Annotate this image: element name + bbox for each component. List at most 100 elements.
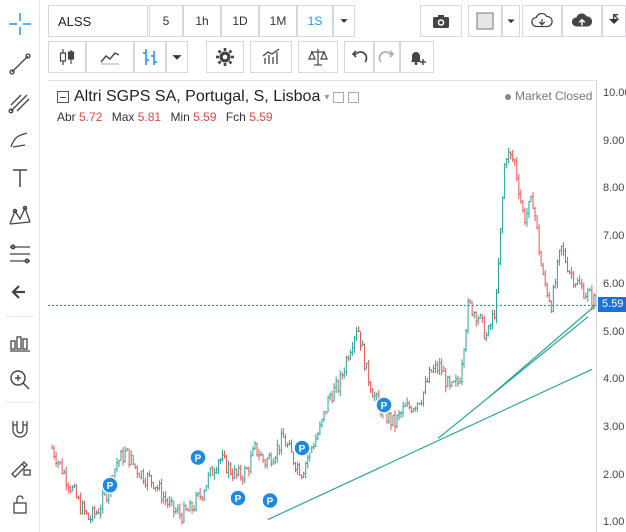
redo-icon	[378, 50, 395, 63]
series-legend: Altri SGPS SA, Portugal, S, Lisboa ▾	[57, 88, 360, 106]
trendline[interactable]	[437, 316, 589, 439]
bell-plus-icon	[411, 52, 426, 65]
trendline-icon[interactable]	[4, 48, 36, 80]
indicators-button[interactable]	[250, 41, 292, 73]
price-tick: 8.00	[603, 182, 625, 195]
low-label: Min	[170, 110, 190, 124]
svg-text:P: P	[267, 496, 274, 507]
ohlc-values: Abr 5.72 Max 5.81 Min 5.59 Fch 5.59	[57, 110, 279, 124]
price-tick: 7.00	[603, 230, 625, 243]
bars-icon	[143, 49, 157, 65]
market-status-label: Market Closed	[515, 89, 593, 103]
fib-icon[interactable]	[4, 238, 36, 270]
event-marker[interactable]: P	[101, 476, 119, 494]
compare-button[interactable]	[298, 41, 338, 73]
bars-button[interactable]	[134, 41, 166, 73]
open-value: 5.72	[79, 110, 103, 124]
drawing-toolbar	[0, 0, 40, 532]
price-tick: 1.00	[603, 516, 625, 529]
color-dropdown[interactable]	[502, 5, 520, 37]
trendline[interactable]	[487, 304, 597, 399]
event-marker[interactable]: P	[375, 396, 393, 414]
fullscreen-icon	[612, 13, 619, 20]
resolution-dropdown[interactable]	[333, 5, 355, 37]
eye-icon[interactable]	[333, 91, 345, 103]
save-layout-button[interactable]	[562, 5, 602, 37]
line-style-button[interactable]	[86, 41, 134, 73]
gear-icon	[216, 48, 234, 66]
event-marker[interactable]: P	[261, 491, 279, 510]
gear-icon[interactable]	[348, 91, 360, 103]
high-label: Max	[111, 110, 135, 124]
price-tick: 6.00	[603, 277, 625, 290]
chevron-down-icon	[172, 55, 182, 60]
pitchfork-icon[interactable]	[4, 86, 36, 118]
alert-button[interactable]	[400, 41, 434, 73]
chevron-down-icon	[507, 19, 515, 24]
caret-down-icon[interactable]: ▾	[324, 92, 329, 103]
pattern-icon[interactable]	[4, 200, 36, 232]
price-chart[interactable]: P P P P P P	[48, 81, 600, 532]
price-tick: 3.00	[603, 420, 625, 433]
resolution-5[interactable]: 5	[149, 5, 183, 37]
market-status: Market Closed	[505, 89, 592, 103]
redo-button[interactable]	[374, 41, 400, 73]
resolution-1m[interactable]: 1M	[259, 5, 297, 37]
price-tick: 4.00	[603, 373, 625, 386]
trendline[interactable]	[267, 368, 593, 521]
undo-button[interactable]	[344, 41, 374, 73]
candlestick-icon	[59, 49, 75, 65]
close-label: Fch	[225, 110, 246, 124]
candles-button[interactable]	[48, 41, 86, 73]
status-dot-icon	[505, 93, 511, 100]
svg-text:P: P	[107, 481, 114, 492]
undo-icon	[351, 50, 368, 63]
chart-type-dropdown[interactable]	[166, 41, 188, 73]
price-tick: 2.00	[603, 468, 625, 481]
unlock-icon[interactable]	[4, 488, 36, 520]
color-swatch-button[interactable]	[468, 5, 502, 37]
svg-text:P: P	[235, 494, 242, 505]
svg-text:P: P	[381, 401, 388, 412]
price-tick: 5.00	[603, 325, 625, 338]
chart-toolbar	[48, 41, 626, 75]
scale-icon	[308, 49, 328, 66]
toolbar-separator	[6, 402, 34, 403]
lock-drawings-icon[interactable]	[4, 450, 36, 482]
chevron-down-icon	[340, 19, 348, 23]
crosshair-icon[interactable]	[4, 8, 36, 40]
collapse-legend-icon[interactable]	[57, 91, 69, 103]
indicators-icon	[262, 48, 280, 64]
measure-icon[interactable]	[4, 326, 36, 358]
open-label: Abr	[57, 110, 76, 124]
zoom-icon[interactable]	[4, 364, 36, 396]
resolution-1s[interactable]: 1S	[297, 5, 333, 37]
event-marker[interactable]: P	[229, 489, 247, 507]
chart-pane[interactable]: P P P P P P	[48, 80, 600, 532]
snapshot-button[interactable]	[420, 5, 462, 37]
text-icon[interactable]	[4, 162, 36, 194]
fullscreen-button[interactable]	[610, 5, 626, 37]
color-swatch-icon	[476, 12, 494, 30]
load-layout-button[interactable]	[522, 5, 562, 37]
symbol-search-input[interactable]	[48, 5, 148, 37]
low-value: 5.59	[193, 110, 217, 124]
svg-text:P: P	[195, 454, 202, 465]
settings-button[interactable]	[206, 41, 244, 73]
resolution-1h[interactable]: 1h	[183, 5, 221, 37]
series-title[interactable]: Altri SGPS SA, Portugal, S, Lisboa	[74, 88, 320, 106]
last-price-label: 5.59	[598, 297, 626, 312]
price-tick: 9.00	[603, 134, 625, 147]
cloud-upload-icon	[571, 13, 593, 27]
event-marker[interactable]: P	[293, 439, 311, 457]
header-toolbar: 5 1h 1D 1M 1S	[48, 5, 626, 39]
svg-text:P: P	[299, 444, 306, 455]
cloud-download-icon	[531, 12, 553, 28]
resolution-1d[interactable]: 1D	[221, 5, 259, 37]
close-value: 5.59	[249, 110, 273, 124]
back-arrow-icon[interactable]	[4, 276, 36, 308]
camera-icon	[433, 15, 449, 28]
brush-icon[interactable]	[4, 124, 36, 156]
magnet-icon[interactable]	[4, 412, 36, 444]
event-marker[interactable]: P	[189, 448, 207, 467]
